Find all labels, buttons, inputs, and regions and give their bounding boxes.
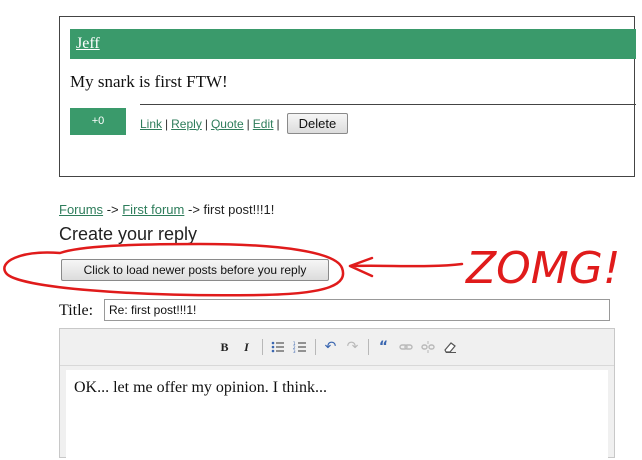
quote-icon[interactable]: “ <box>374 337 394 357</box>
numbered-list-icon[interactable]: 123 <box>290 337 310 357</box>
toolbar-separator <box>314 339 316 355</box>
editor-toolbar: B I 123 ↶ ↷ “ <box>60 329 614 366</box>
unlink-icon[interactable] <box>418 337 438 357</box>
redo-icon[interactable]: ↷ <box>343 337 363 357</box>
arrow-annotation <box>348 256 464 278</box>
rich-text-editor: B I 123 ↶ ↷ “ OK... let me offer my opin… <box>59 328 615 460</box>
circle-annotation <box>3 242 345 297</box>
toolbar-separator <box>261 339 263 355</box>
bold-icon[interactable]: B <box>215 337 235 357</box>
undo-icon[interactable]: ↶ <box>321 337 341 357</box>
svg-text:3: 3 <box>293 349 296 353</box>
toolbar-separator <box>367 339 369 355</box>
eraser-icon[interactable] <box>440 337 460 357</box>
annotation-text: ZOMG! <box>465 243 620 294</box>
editor-text[interactable]: OK... let me offer my opinion. I think..… <box>74 379 327 397</box>
link-icon[interactable] <box>396 337 416 357</box>
title-input[interactable] <box>104 299 610 321</box>
bullet-list-icon[interactable] <box>268 337 288 357</box>
title-label: Title: <box>59 302 94 319</box>
italic-icon[interactable]: I <box>237 337 257 357</box>
